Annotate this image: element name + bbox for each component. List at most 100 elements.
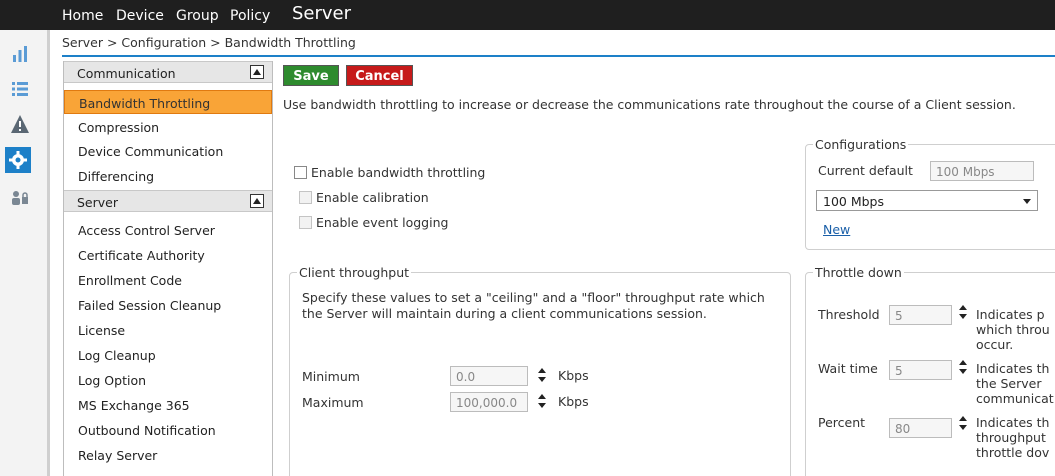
new-configuration-link[interactable]: New: [823, 222, 850, 237]
sidebar-item-enrollment-code[interactable]: Enrollment Code: [64, 268, 272, 292]
page-description: Use bandwidth throttling to increase or …: [283, 97, 1016, 112]
sidebar-item-failed-session-cleanup[interactable]: Failed Session Cleanup: [64, 293, 272, 317]
percent-input[interactable]: 80: [889, 418, 952, 438]
sidebar-item-access-control-server[interactable]: Access Control Server: [64, 218, 272, 242]
sidebar-item-label: Certificate Authority: [78, 248, 205, 263]
section-header-communication[interactable]: Communication: [64, 61, 272, 83]
threshold-description-line-1: Indicates p: [976, 307, 1045, 322]
collapse-server-button[interactable]: [250, 194, 264, 208]
sidebar-item-device-communication[interactable]: Device Communication: [64, 139, 272, 163]
current-default-field: 100 Mbps: [930, 161, 1034, 181]
sidebar-item-label: Differencing: [78, 169, 155, 184]
section-title: Communication: [77, 66, 176, 81]
threshold-stepper[interactable]: [958, 303, 968, 321]
maximum-input[interactable]: 100,000.0: [450, 392, 528, 412]
minimum-stepper[interactable]: [537, 366, 547, 384]
maximum-value: 100,000.0: [456, 396, 518, 410]
client-throughput-legend: Client throughput: [297, 265, 412, 280]
gear-icon[interactable]: [8, 150, 28, 170]
minimum-input[interactable]: 0.0: [450, 366, 528, 386]
sidebar-item-label: Access Control Server: [78, 223, 215, 238]
wait-time-description-line-2: the Server: [976, 376, 1042, 391]
list-icon[interactable]: [10, 79, 30, 99]
chevron-up-icon: [253, 198, 261, 204]
sidebar-item-bandwidth-throttling[interactable]: Bandwidth Throttling: [64, 90, 272, 114]
sidebar-item-label: License: [78, 323, 126, 338]
client-throughput-group: Client throughput Specify these values t…: [289, 265, 791, 476]
sidebar-item-label: Bandwidth Throttling: [79, 96, 211, 111]
sidebar-item-label: Log Cleanup: [78, 348, 156, 363]
sidebar-item-log-option[interactable]: Log Option: [64, 368, 272, 392]
settings-nav-panel: Communication Bandwidth Throttling Compr…: [63, 61, 273, 476]
throttle-down-legend: Throttle down: [813, 265, 904, 280]
threshold-label: Threshold: [818, 307, 880, 322]
wait-time-description-line-3: communicat: [976, 391, 1054, 406]
sidebar-item-differencing[interactable]: Differencing: [64, 164, 272, 188]
percent-description-line-3: throttle dov: [976, 445, 1050, 460]
section-title: Server: [77, 195, 118, 210]
nav-device[interactable]: Device: [116, 8, 164, 24]
nav-policy[interactable]: Policy: [230, 8, 270, 24]
throttle-down-group: Throttle down Threshold 5 Indicates p wh…: [805, 265, 1055, 476]
sidebar-item-log-cleanup[interactable]: Log Cleanup: [64, 343, 272, 367]
wait-time-value: 5: [895, 364, 903, 378]
threshold-value: 5: [895, 309, 903, 323]
configurations-legend: Configurations: [813, 137, 909, 152]
configurations-group: Configurations Current default 100 Mbps …: [805, 137, 1055, 250]
save-button[interactable]: Save: [283, 65, 339, 86]
percent-description-line-2: throughput: [976, 430, 1046, 445]
percent-description-line-1: Indicates th: [976, 415, 1050, 430]
icon-rail: [0, 30, 50, 476]
minimum-unit: Kbps: [558, 368, 589, 383]
enable-logging-label: Enable event logging: [316, 215, 449, 230]
wait-time-input[interactable]: 5: [889, 360, 952, 380]
enable-throttling-label: Enable bandwidth throttling: [311, 165, 486, 180]
maximum-unit: Kbps: [558, 394, 589, 409]
sidebar-item-label: Outbound Notification: [78, 423, 216, 438]
configuration-select-value: 100 Mbps: [823, 194, 884, 209]
current-default-value: 100 Mbps: [936, 165, 995, 179]
sidebar-item-certificate-authority[interactable]: Certificate Authority: [64, 243, 272, 267]
current-default-label: Current default: [818, 163, 913, 178]
percent-label: Percent: [818, 415, 866, 430]
bar-chart-icon[interactable]: [10, 44, 30, 64]
warning-icon[interactable]: [10, 114, 30, 134]
rail-divider: [47, 30, 50, 476]
percent-value: 80: [895, 422, 911, 436]
nav-server[interactable]: Server: [292, 3, 351, 24]
sidebar-item-label: Log Option: [78, 373, 147, 388]
sidebar-item-label: Enrollment Code: [78, 273, 182, 288]
configuration-select[interactable]: 100 Mbps: [816, 190, 1038, 211]
users-lock-icon[interactable]: [10, 188, 30, 208]
maximum-stepper[interactable]: [537, 392, 547, 410]
dropdown-arrow-icon: [1023, 199, 1031, 204]
enable-logging-checkbox: [299, 216, 312, 229]
breadcrumb-divider: [62, 55, 1055, 57]
sidebar-item-label: Compression: [78, 120, 160, 135]
cancel-button[interactable]: Cancel: [346, 65, 413, 86]
client-throughput-description: Specify these values to set a "ceiling" …: [302, 290, 765, 321]
sidebar-item-license[interactable]: License: [64, 318, 272, 342]
enable-calibration-label: Enable calibration: [316, 190, 429, 205]
percent-stepper[interactable]: [958, 414, 968, 432]
enable-throttling-checkbox[interactable]: [294, 166, 307, 179]
nav-home[interactable]: Home: [62, 8, 103, 24]
sidebar-item-relay-server[interactable]: Relay Server: [64, 443, 272, 467]
breadcrumb: Server > Configuration > Bandwidth Throt…: [62, 35, 356, 50]
section-header-server[interactable]: Server: [64, 190, 272, 212]
sidebar-item-label: Device Communication: [78, 144, 224, 159]
chevron-up-icon: [253, 69, 261, 75]
sidebar-item-ms-exchange-365[interactable]: MS Exchange 365: [64, 393, 272, 417]
threshold-input[interactable]: 5: [889, 305, 952, 325]
sidebar-item-compression[interactable]: Compression: [64, 115, 272, 139]
top-nav-bar: Home Device Group Policy Server: [0, 0, 1055, 30]
sidebar-item-label: MS Exchange 365: [78, 398, 190, 413]
sidebar-item-outbound-notification[interactable]: Outbound Notification: [64, 418, 272, 442]
maximum-label: Maximum: [302, 395, 364, 410]
nav-group[interactable]: Group: [176, 8, 219, 24]
wait-time-stepper[interactable]: [958, 358, 968, 376]
save-button-label: Save: [293, 69, 329, 84]
minimum-label: Minimum: [302, 369, 360, 384]
sidebar-item-label: Failed Session Cleanup: [78, 298, 222, 313]
collapse-communication-button[interactable]: [250, 65, 264, 79]
